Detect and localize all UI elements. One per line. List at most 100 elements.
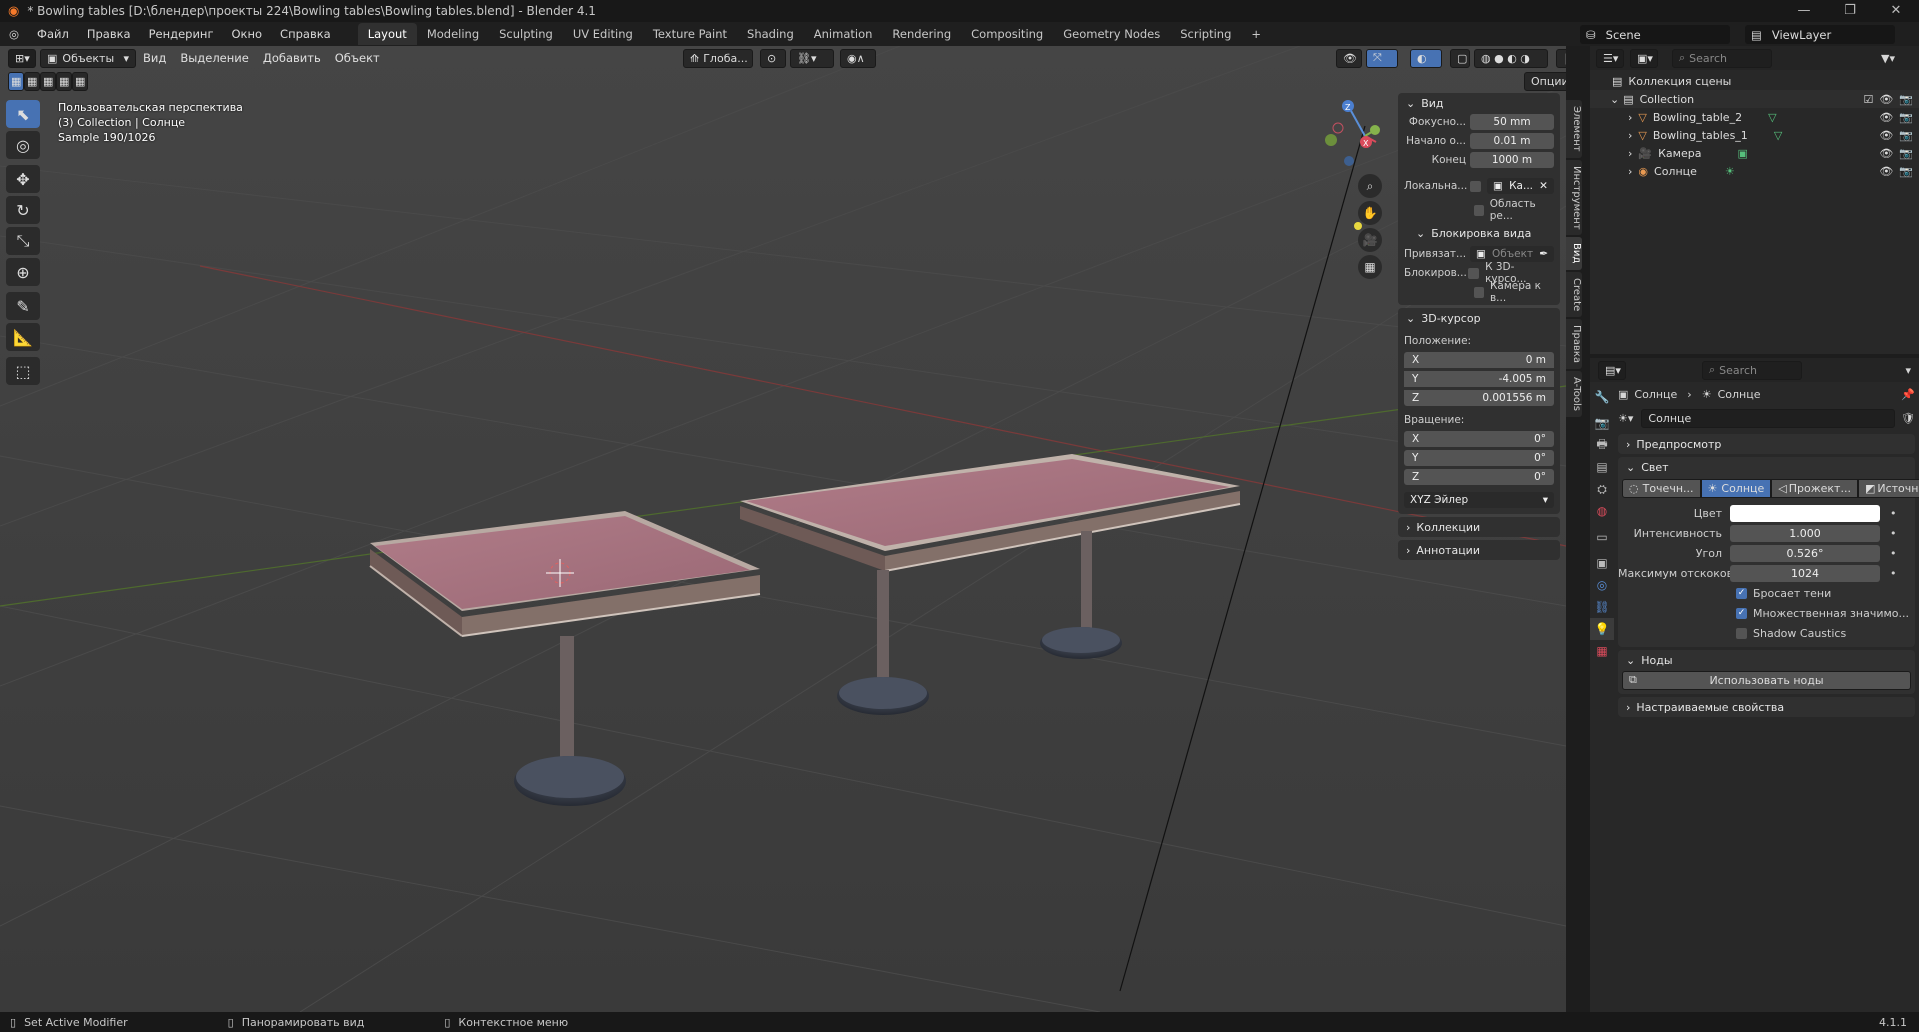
cursor-panel-header[interactable]: ⌄ 3D-курсор — [1398, 308, 1560, 328]
outliner-item-row[interactable]: › ◉ Солнце ☀ 👁 📷 — [1590, 162, 1919, 180]
render-region-checkbox[interactable] — [1474, 204, 1484, 216]
scene-selector[interactable]: ⛁ Scene — [1580, 25, 1730, 44]
keyframe-dot-icon[interactable]: • — [1890, 547, 1897, 560]
transform-tool-icon[interactable]: ⊕ — [6, 258, 40, 286]
keyframe-dot-icon[interactable]: • — [1890, 507, 1897, 520]
pin-icon[interactable]: 📌 — [1901, 388, 1915, 401]
annotate-tool-icon[interactable]: ✎ — [6, 292, 40, 320]
light-type-area[interactable]: ◩Источни... — [1857, 478, 1919, 498]
light-type-spot[interactable]: ◁ Прожект... — [1771, 478, 1858, 498]
pan-hand-icon[interactable]: ✋ — [1358, 201, 1382, 225]
camera-view-icon[interactable]: 🎥 — [1358, 228, 1382, 252]
view-panel-header[interactable]: ⌄ Вид — [1398, 93, 1560, 113]
lock-to-object-field[interactable]: ▣ Объект ✒ — [1470, 246, 1554, 262]
gizmo-toggle-icon[interactable]: ⤧ — [1366, 48, 1398, 68]
viewport-menu-select[interactable]: Выделение — [173, 51, 256, 65]
select-intersect-icon[interactable]: ▦ — [72, 72, 88, 91]
nodes-panel-header[interactable]: ⌄ Ноды — [1618, 650, 1915, 670]
custom-properties-panel[interactable]: › Настраиваемые свойства — [1618, 697, 1915, 717]
chevron-down-icon[interactable]: ▾ — [1905, 364, 1911, 377]
local-camera-field[interactable]: ▣ Ка... ✕ — [1487, 178, 1554, 194]
annotations-panel[interactable]: › Аннотации — [1398, 540, 1560, 560]
camera-render-icon[interactable]: 📷 — [1899, 111, 1913, 124]
tab-view[interactable]: Вид — [1566, 237, 1582, 270]
outliner-search-input[interactable]: ⌕ Search — [1672, 48, 1772, 68]
mode-selector[interactable]: ▣ Объекты ▾ — [40, 48, 136, 68]
shadow-caustics-checkbox[interactable] — [1736, 627, 1747, 639]
focal-length-field[interactable]: 50 mm — [1470, 114, 1554, 130]
minimize-icon[interactable]: — — [1781, 0, 1827, 22]
snap-icon[interactable]: ⛓▾ — [790, 48, 834, 68]
blender-menu-icon[interactable]: ◎ — [0, 22, 28, 46]
camera-render-icon[interactable]: 📷 — [1899, 147, 1913, 160]
select-box-tool-icon[interactable]: ⬉ — [6, 100, 40, 128]
view-layer-tab-icon[interactable]: ▤ — [1590, 456, 1614, 478]
tab-scripting[interactable]: Scripting — [1170, 23, 1241, 45]
physics-tab-icon[interactable]: ◎ — [1590, 574, 1614, 596]
eye-icon[interactable]: 👁 — [1879, 147, 1893, 160]
collections-panel[interactable]: › Коллекции — [1398, 517, 1560, 537]
cursor-y-field[interactable]: Y -4.005 m — [1404, 371, 1554, 387]
eye-icon[interactable]: 👁 — [1879, 93, 1893, 106]
shield-icon[interactable]: 🛡 — [1901, 412, 1915, 425]
editor-type-icon[interactable]: ⊞▾ — [8, 48, 36, 68]
datablock-name-field[interactable]: Солнце — [1641, 408, 1896, 428]
cursor-rot-y-field[interactable]: Y 0° — [1404, 450, 1554, 466]
select-invert-icon[interactable]: ▦ — [56, 72, 72, 91]
eye-icon[interactable]: 👁 — [1879, 165, 1893, 178]
use-nodes-button[interactable]: ⧉ Использовать ноды — [1622, 670, 1911, 690]
menu-help[interactable]: Справка — [271, 22, 340, 46]
cursor-rot-z-field[interactable]: Z 0° — [1404, 469, 1554, 485]
world-tab-icon[interactable]: ◍ — [1590, 500, 1614, 522]
select-subtract-icon[interactable]: ▦ — [40, 72, 56, 91]
zoom-icon[interactable]: ⌕ — [1358, 174, 1382, 198]
xray-icon[interactable]: ▢ — [1450, 48, 1470, 68]
max-bounces-field[interactable]: 1024 — [1730, 564, 1880, 582]
eye-icon[interactable]: 👁 — [1879, 111, 1893, 124]
select-mode-icons[interactable]: ▦ ▦ ▦ ▦ ▦ — [8, 72, 88, 91]
shading-mode-icons[interactable]: ◍ ● ◐ ◑ — [1474, 48, 1548, 68]
viewport-menu-add[interactable]: Добавить — [256, 51, 328, 65]
tab-item[interactable]: Элемент — [1566, 100, 1582, 158]
preview-panel[interactable]: › Предпросмотр — [1618, 434, 1915, 454]
properties-editor-icon[interactable]: ▤▾ — [1598, 360, 1626, 380]
sun-angle-field[interactable]: 0.526° — [1730, 544, 1880, 562]
add-workspace-icon[interactable]: + — [1241, 23, 1271, 45]
outliner-editor-icon[interactable]: ☰▾ — [1596, 48, 1624, 68]
tab-create[interactable]: Create — [1566, 271, 1582, 317]
tab-tool[interactable]: Инструмент — [1566, 159, 1582, 236]
clip-start-field[interactable]: 0.01 m — [1470, 133, 1554, 149]
camera-render-icon[interactable]: 📷 — [1899, 165, 1913, 178]
move-tool-icon[interactable]: ✥ — [6, 165, 40, 193]
view-lock-header[interactable]: ⌄ Блокировка вида — [1398, 223, 1560, 243]
viewlayer-selector[interactable]: ▤ ViewLayer — [1745, 25, 1895, 44]
tab-edit[interactable]: Правка — [1566, 318, 1582, 369]
add-cube-tool-icon[interactable]: ⬚ — [6, 357, 40, 385]
eye-icon[interactable]: 👁 — [1879, 129, 1893, 142]
clip-end-field[interactable]: 1000 m — [1470, 152, 1554, 168]
rotation-mode-dropdown[interactable]: XYZ Эйлер ▾ — [1404, 492, 1554, 508]
cursor-x-field[interactable]: X 0 m — [1404, 352, 1554, 368]
visibility-icon[interactable]: 👁 — [1336, 48, 1362, 68]
sun-icon[interactable]: ☀▾ — [1618, 412, 1633, 425]
light-data-tab-icon[interactable]: 💡 — [1590, 618, 1614, 640]
cursor-rot-x-field[interactable]: X 0° — [1404, 431, 1554, 447]
camera-render-icon[interactable]: 📷 — [1899, 93, 1913, 106]
light-strength-field[interactable]: 1.000 — [1730, 524, 1880, 542]
tab-geometry-nodes[interactable]: Geometry Nodes — [1053, 23, 1170, 45]
pivot-icon[interactable]: ⊙ — [760, 48, 786, 68]
clear-icon[interactable]: ✕ — [1539, 180, 1548, 192]
rotate-tool-icon[interactable]: ↻ — [6, 196, 40, 224]
object-tab-icon[interactable]: ▣ — [1590, 552, 1614, 574]
cursor-tool-icon[interactable]: ◎ — [6, 131, 40, 159]
maximize-icon[interactable]: ❐ — [1827, 0, 1873, 22]
light-type-point[interactable]: ◌ Точечн... — [1622, 478, 1701, 498]
select-extend-icon[interactable]: ▦ — [24, 72, 40, 91]
scene-tab-icon[interactable]: ⛭ — [1590, 478, 1614, 500]
scale-tool-icon[interactable]: ⤡ — [6, 227, 40, 255]
texture-tab-icon[interactable]: ▦ — [1590, 640, 1614, 662]
measure-tool-icon[interactable]: 📐 — [6, 323, 40, 351]
cursor-z-field[interactable]: Z 0.001556 m — [1404, 390, 1554, 406]
tool-tab-icon[interactable]: 🔧 — [1590, 386, 1614, 408]
tab-animation[interactable]: Animation — [804, 23, 883, 45]
